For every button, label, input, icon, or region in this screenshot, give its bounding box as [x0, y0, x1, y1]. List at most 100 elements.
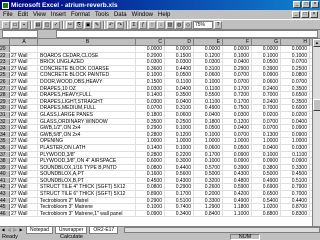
menu-tools[interactable]: Tools	[95, 12, 109, 18]
doc-restore-button[interactable]: □	[301, 11, 309, 18]
cell-e[interactable]: 0.1000	[194, 131, 223, 138]
formula-input[interactable]	[56, 30, 318, 38]
cell-g[interactable]: 0.3900	[252, 65, 281, 72]
cell-b[interactable]: PLASTER,ON LATH	[38, 144, 136, 151]
column-header-e[interactable]: E	[194, 39, 223, 46]
cell-d[interactable]: 0.3500	[165, 92, 194, 98]
cell-a[interactable]: 27 Wall	[10, 131, 38, 138]
cell-e[interactable]: 0.1100	[194, 98, 223, 105]
cell-e[interactable]: 0.1000	[194, 158, 223, 164]
cell-e[interactable]: 0.3100	[194, 65, 223, 72]
undo-icon[interactable]: ↶	[107, 20, 115, 29]
cell-b[interactable]: OPENING	[38, 138, 136, 144]
cell-a[interactable]: 27 Wall	[10, 111, 38, 118]
cell-f[interactable]: 0.0900	[223, 158, 252, 164]
cell-c[interactable]: 0.3500	[136, 118, 165, 125]
cell-g[interactable]: 0.0500	[252, 59, 281, 65]
cell-f[interactable]: 0.4300	[223, 171, 252, 177]
cell-g[interactable]: 0.3800	[252, 164, 281, 171]
cell-a[interactable]: 27 Wall	[10, 59, 38, 65]
cell-h[interactable]: 0.0900	[281, 125, 310, 131]
cell-g[interactable]: 0.0700	[252, 125, 281, 131]
format-painter-icon[interactable]: ✎	[93, 20, 101, 29]
cell-e[interactable]: 0.2600	[194, 184, 223, 191]
cell-g[interactable]: 0.5400	[252, 197, 281, 204]
cell-f[interactable]: 0.7500	[223, 105, 252, 111]
cell-h[interactable]: 0.0900	[281, 131, 310, 138]
cell-e[interactable]: 0.5000	[194, 171, 223, 177]
row-header[interactable]: 30	[0, 105, 10, 111]
cell-g[interactable]: 0.0000	[252, 46, 281, 52]
cell-a[interactable]: 27 Wall	[10, 144, 38, 151]
cell-h[interactable]: 0.0000	[281, 46, 310, 52]
cell-a[interactable]: 27 Wall	[10, 138, 38, 144]
chart-wizard-icon[interactable]: ▥	[166, 20, 174, 29]
menu-window[interactable]: Window	[132, 12, 153, 18]
vertical-scrollbar[interactable]: ▲	[312, 39, 320, 226]
cell-d[interactable]: 0.1100	[165, 78, 194, 85]
cell-c[interactable]: 0.2900	[136, 197, 165, 204]
column-header-d[interactable]: D	[165, 39, 194, 46]
row-header[interactable]: 34	[0, 131, 10, 138]
cell-e[interactable]: 0.0500	[194, 125, 223, 131]
cell-a[interactable]: 27 Wall	[10, 204, 38, 210]
cell-d[interactable]: 0.5100	[165, 197, 194, 204]
cell-c[interactable]: 0.1400	[136, 92, 165, 98]
cell-h[interactable]: 0.0200	[281, 111, 310, 118]
cell-h[interactable]: 0.6000	[281, 105, 310, 111]
row-header[interactable]: 20	[0, 46, 10, 52]
scroll-up-arrow[interactable]: ▲	[313, 39, 320, 47]
cell-g[interactable]: 0.6900	[252, 184, 281, 191]
cell-c[interactable]: 0.3600	[136, 65, 165, 72]
cell-e[interactable]: 0.0600	[194, 144, 223, 151]
cell-h[interactable]: 0.4400	[281, 197, 310, 204]
redo-icon[interactable]: ↷	[116, 20, 124, 29]
cell-e[interactable]: 0.5700	[194, 164, 223, 171]
column-header-c[interactable]: C	[136, 39, 165, 46]
row-header[interactable]: 39	[0, 164, 10, 171]
cell-c[interactable]: 0.1800	[136, 111, 165, 118]
cell-c[interactable]: 0.1400	[136, 144, 165, 151]
cell-f[interactable]: 0.0400	[223, 125, 252, 131]
row-header[interactable]: 29	[0, 98, 10, 105]
cell-h[interactable]: 0.3300	[281, 164, 310, 171]
cell-b[interactable]: PLYWOOD,3/8",ON 4" AIRSPACE	[38, 158, 136, 164]
cell-h[interactable]: 0.0700	[281, 59, 310, 65]
cell-h[interactable]: 0.1000	[281, 52, 310, 59]
cell-c[interactable]: 0.2800	[136, 151, 165, 158]
row-header[interactable]: 24	[0, 65, 10, 72]
cell-e[interactable]: 0.4900	[194, 105, 223, 111]
cell-g[interactable]: 1.0000	[252, 138, 281, 144]
cell-b[interactable]: DRAPES,LIGHT,STRAIGHT	[38, 98, 136, 105]
cell-a[interactable]: 27 Wall	[10, 85, 38, 92]
cut-icon[interactable]: ✂	[66, 20, 74, 29]
cell-g[interactable]: 0.1300	[252, 131, 281, 138]
maximize-button[interactable]: □	[302, 1, 310, 8]
row-header[interactable]: 40	[0, 171, 10, 177]
cell-a[interactable]: 27 Wall	[10, 164, 38, 171]
cell-d[interactable]: 0.2500	[165, 118, 194, 125]
cell-g[interactable]: 0.0900	[252, 72, 281, 78]
cell-f[interactable]: 1.0000	[223, 138, 252, 144]
cell-g[interactable]: 0.2400	[252, 98, 281, 105]
cell-a[interactable]	[10, 46, 38, 52]
cell-g[interactable]: 0.7000	[252, 92, 281, 98]
cell-h[interactable]: 0.1100	[281, 151, 310, 158]
cell-f[interactable]: 0.4900	[223, 197, 252, 204]
row-header[interactable]: 25	[0, 72, 10, 78]
cell-e[interactable]: 0.0600	[194, 72, 223, 78]
cell-b[interactable]: DOOR,WOOD,OBS,HEAVY	[38, 78, 136, 85]
column-header-f[interactable]: F	[223, 39, 252, 46]
cell-e[interactable]: 0.1800	[194, 118, 223, 125]
cell-g[interactable]: 0.0200	[252, 111, 281, 118]
cell-b[interactable]: STRUCT TILE 6" THICK (SGFT) 5X12	[38, 191, 136, 197]
cell-g[interactable]: 0.0400	[252, 144, 281, 151]
cell-b[interactable]: DRAPES,MEDIUM,FULL	[38, 105, 136, 111]
cell-a[interactable]: 27 Wall	[10, 171, 38, 177]
cell-c[interactable]: 0.0700	[136, 105, 165, 111]
cell-c[interactable]: 0.8900	[136, 191, 165, 197]
cell-h[interactable]: 0.5100	[281, 177, 310, 184]
cell-d[interactable]: 0.0000	[165, 46, 194, 52]
scroll-thumb[interactable]	[313, 99, 320, 111]
cell-b[interactable]: STRUCT TILE 4" THICK (SGFT) 5X12	[38, 184, 136, 191]
